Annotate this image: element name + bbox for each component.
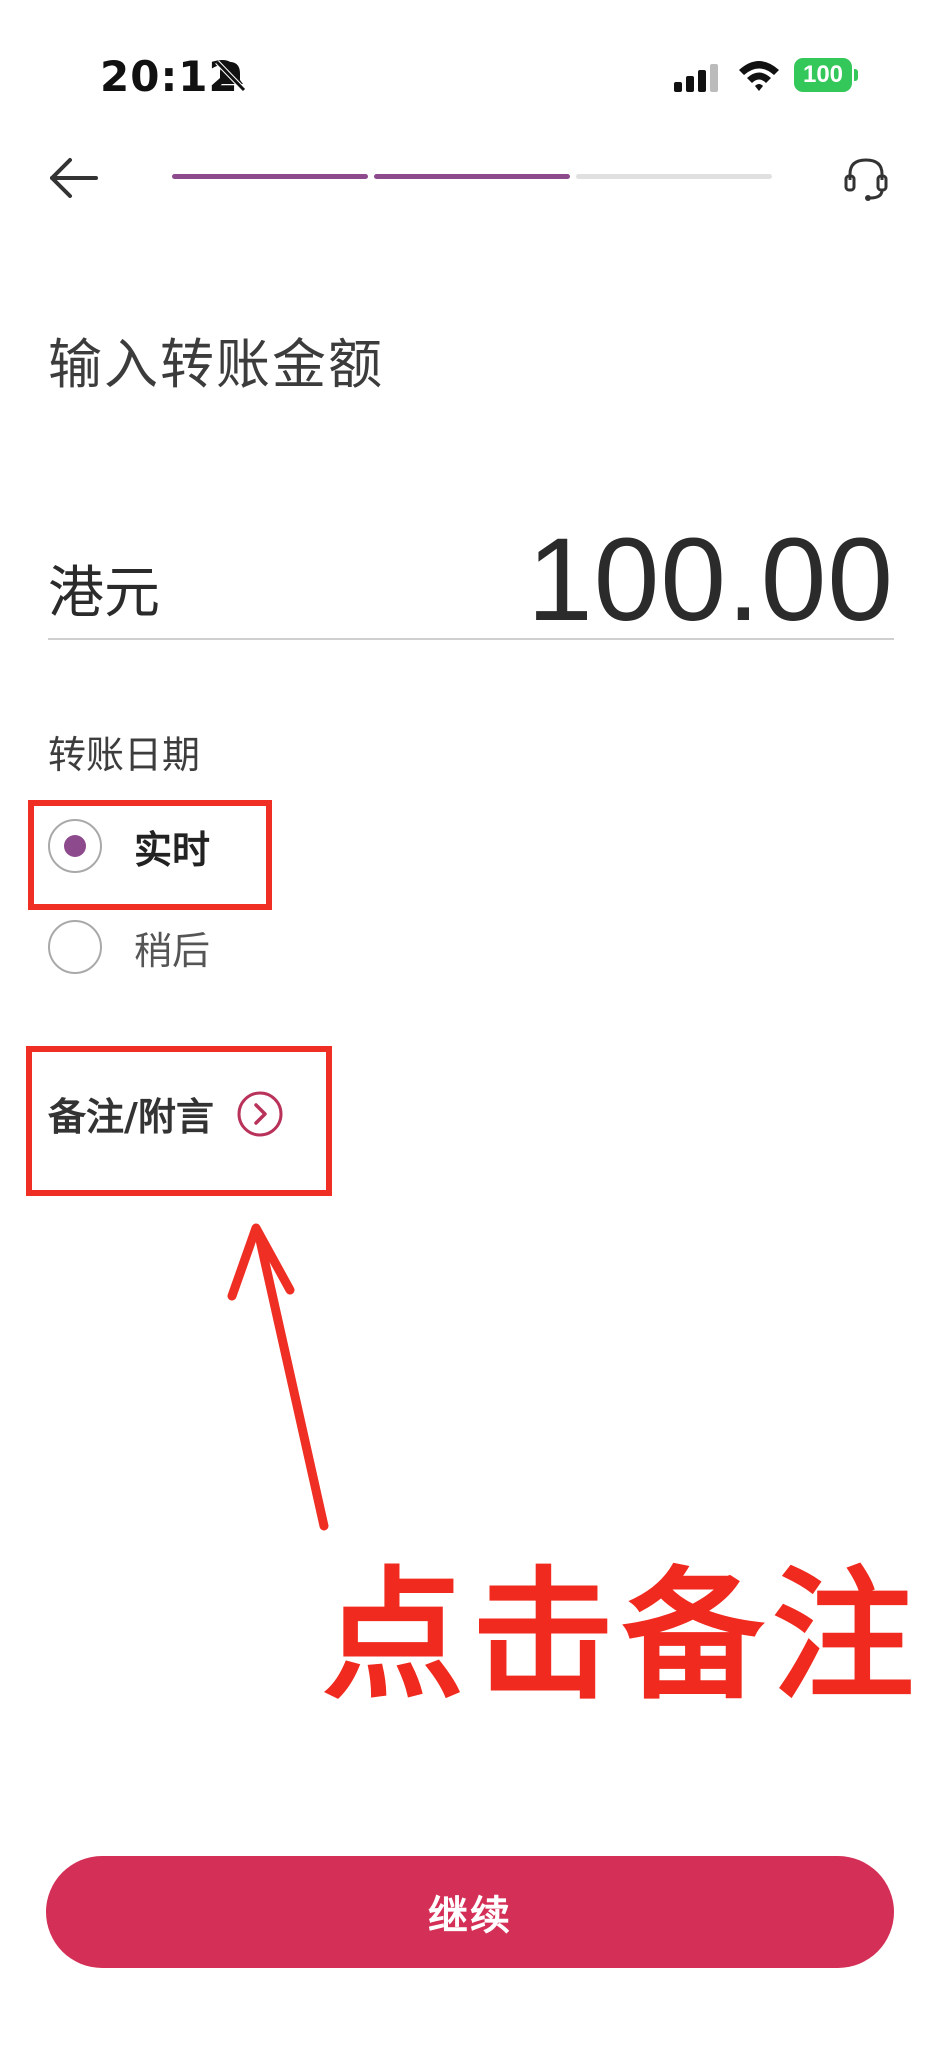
page-title: 输入转账金额 [48,333,384,396]
battery-level: 100 [802,61,844,88]
annotation-text: 点击备注 [322,1554,922,1719]
progress-step-1 [172,174,368,179]
currency-label: 港元 [48,561,160,626]
battery-body: 100 [794,58,852,92]
continue-button[interactable]: 继续 [46,1856,894,1968]
radio-label: 稍后 [134,928,211,973]
progress-step-2 [374,174,570,179]
amount-input[interactable]: 100.00 [527,512,894,648]
annotation-arrow [227,1223,329,1531]
battery-icon: 100 [794,58,858,94]
transfer-date-label: 转账日期 [48,733,201,777]
headset-icon[interactable] [840,152,892,204]
arrow-left-icon[interactable] [44,150,104,206]
radio-button[interactable] [48,920,102,974]
amount-divider [48,638,894,640]
annotation-box-realtime [28,800,272,910]
bell-muted-icon [215,60,246,92]
signal-icon [674,64,718,92]
annotation-box-memo [26,1046,332,1196]
battery-tip [854,69,858,81]
progress-step-3 [576,174,772,179]
status-bar: 20:12 100 [0,0,942,150]
radio-option-later[interactable]: 稍后 [48,917,210,977]
step-progress [172,174,772,180]
continue-label: 继续 [428,1893,512,1939]
wifi-icon [739,61,779,91]
